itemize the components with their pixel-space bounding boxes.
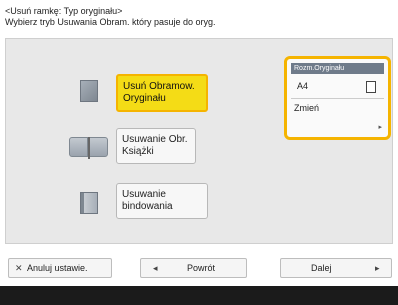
- screen-title: <Usuń ramkę: Typ oryginału>: [5, 6, 123, 16]
- cancel-settings-button[interactable]: ✕ Anuluj ustawie.: [8, 258, 112, 278]
- option-label-line1: Usuwanie Obr.: [122, 134, 188, 145]
- next-label: Dalej: [311, 263, 332, 273]
- erase-book-frame-button[interactable]: Usuwanie Obr. Książki: [116, 128, 196, 164]
- cancel-settings-label: Anuluj ustawie.: [27, 263, 88, 273]
- bottom-status-bar: [0, 286, 398, 305]
- original-sheet-icon: [80, 80, 98, 102]
- divider: [291, 98, 384, 99]
- portrait-page-icon: [366, 81, 376, 93]
- erase-binding-button[interactable]: Usuwanie bindowania: [116, 183, 208, 219]
- back-button[interactable]: ◂ Powrót: [140, 258, 247, 278]
- screen-instruction: Wybierz tryb Usuwania Obram. który pasuj…: [5, 17, 216, 27]
- option-label-line2: bindowania: [122, 201, 173, 212]
- option-label-line2: Książki: [122, 146, 154, 157]
- original-size-panel: Rozm.Oryginału A4 Zmień ▸: [284, 56, 391, 140]
- change-size-button[interactable]: Zmień ▸: [291, 100, 384, 133]
- back-label: Powrót: [187, 263, 216, 273]
- arrow-left-icon: ◂: [153, 263, 158, 273]
- option-label-line1: Usuwanie: [122, 189, 166, 200]
- header: <Usuń ramkę: Typ oryginału> Wybierz tryb…: [5, 6, 395, 28]
- change-size-label: Zmień: [294, 103, 320, 113]
- option-label-line2: Oryginału: [123, 93, 166, 104]
- next-button[interactable]: Dalej ▸: [280, 258, 392, 278]
- erase-original-frame-button[interactable]: Usuń Obramow. Oryginału: [116, 74, 208, 112]
- open-book-icon: [69, 137, 109, 159]
- original-size-value: A4: [297, 81, 309, 91]
- close-icon: ✕: [15, 263, 23, 273]
- arrow-right-icon: ▸: [375, 263, 380, 273]
- original-size-value-row: A4: [291, 78, 384, 94]
- binding-icon: [80, 192, 98, 214]
- option-label-line1: Usuń Obramow.: [123, 81, 195, 92]
- original-size-title: Rozm.Oryginału: [291, 63, 384, 74]
- arrow-right-icon: ▸: [378, 124, 382, 131]
